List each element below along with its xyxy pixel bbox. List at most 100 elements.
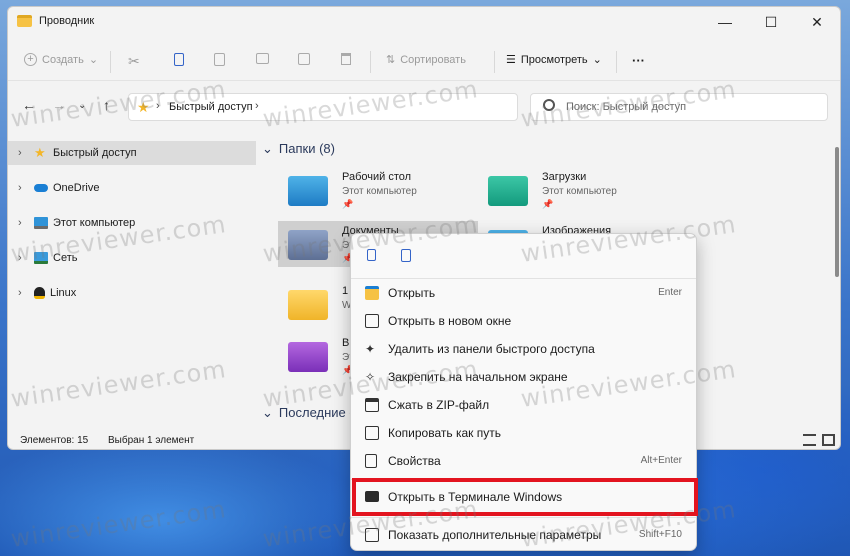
chevron-right-icon[interactable]: › [8,217,28,229]
menu-item-label: Закрепить на начальном экране [388,370,568,384]
up-arrow-icon[interactable]: ↑ [103,97,110,113]
group-header-label: Папки (8) [278,141,335,156]
open-new-window-icon [365,314,379,328]
copy-path-icon [365,426,379,440]
sidebar-item-label: OneDrive [53,182,100,194]
search-icon [543,99,555,111]
folder-tile-desktop[interactable]: Рабочий стол Этот компьютер 📌 [278,167,478,213]
minimize-button[interactable]: — [702,7,748,37]
rename-icon[interactable] [256,53,269,64]
folder-tile-downloads[interactable]: Загрузки Этот компьютер 📌 [478,167,678,213]
star-icon: ★ [34,145,46,160]
more-options-icon[interactable]: ··· [632,53,645,68]
copy-icon[interactable] [361,246,385,266]
tile-name: Загрузки [542,171,587,183]
menu-item-shortcut: Alt+Enter [640,455,682,466]
copy-icon[interactable] [174,53,184,66]
documents-folder-icon [288,230,328,260]
sort-button[interactable]: ⇅ Сортировать [386,53,466,67]
watermark: winreviewer.com [9,495,229,553]
highlight-box [352,478,698,516]
paste-icon[interactable] [395,246,419,266]
group-header-label: Последние ф [278,405,361,420]
item-count: Элементов: 15 [20,435,89,446]
sidebar-item-label: Быстрый доступ [53,147,137,159]
menu-item-label: Сжать в ZIP-файл [388,398,490,412]
chevron-down-icon: ⌄ [592,54,602,66]
tile-name: 1 [342,285,349,297]
paste-icon[interactable] [214,53,225,66]
sidebar-item-network[interactable]: › Сеть [8,246,256,270]
menu-item-open-new-window[interactable]: Открыть в новом окне [355,308,692,334]
breadcrumb-separator-icon: › [156,100,160,112]
delete-icon[interactable] [341,53,351,65]
chevron-right-icon[interactable]: › [8,182,28,194]
navigation-pane: › ★ Быстрый доступ › OneDrive › Этот ком… [8,135,258,425]
sidebar-item-linux[interactable]: › Linux [8,281,256,305]
search-placeholder: Поиск: Быстрый доступ [566,101,687,113]
folder-icon [288,290,328,320]
breadcrumb-quick-access[interactable]: Быстрый доступ [169,101,253,113]
sidebar-item-label: Сеть [53,252,78,264]
recent-chevron-icon[interactable]: ⌄ [78,100,86,111]
menu-item-copy-as-path[interactable]: Копировать как путь [355,420,692,446]
computer-icon [34,217,48,229]
pin-icon: 📌 [342,199,354,209]
menu-item-show-more-options[interactable]: Показать дополнительные параметры Shift+… [355,522,692,548]
selection-count: Выбран 1 элемент [108,435,195,446]
menu-item-label: Показать дополнительные параметры [388,528,602,542]
view-label: Просмотреть [520,53,588,66]
star-icon: ★ [137,99,150,115]
cloud-icon [34,184,48,192]
menu-item-open[interactable]: Открыть Enter [355,280,692,306]
menu-item-shortcut: Shift+F10 [638,529,682,540]
chevron-right-icon[interactable]: › [8,287,28,299]
share-icon[interactable] [298,53,310,65]
menu-item-label: Свойства [388,454,441,468]
address-row: ← → ⌄ ↑ ★ › Быстрый доступ › ↻ Поиск: Бы… [8,91,840,123]
sidebar-item-quick-access[interactable]: › ★ Быстрый доступ [8,141,256,165]
create-label: Создать [42,53,84,66]
sidebar-item-onedrive[interactable]: › OneDrive [8,176,256,200]
menu-item-label: Удалить из панели быстрого доступа [388,342,595,356]
network-icon [34,252,48,264]
view-button[interactable]: ☰ Просмотреть ⌄ [506,53,602,67]
menu-divider [351,517,696,518]
close-button[interactable]: ✕ [794,7,840,37]
group-header-recent[interactable]: ⌄ Последние ф [262,405,360,421]
menu-item-pin-to-start[interactable]: ✧ Закрепить на начальном экране [355,364,692,390]
sort-label: Сортировать [400,53,466,66]
menu-item-shortcut: Enter [658,287,682,298]
menu-item-compress-zip[interactable]: Сжать в ZIP-файл [355,392,692,418]
vertical-scrollbar[interactable] [835,147,839,277]
cut-icon[interactable]: ✂ [128,53,140,70]
breadcrumb-separator-icon: › [255,100,259,112]
tiles-view-icon[interactable] [822,434,835,446]
details-view-icon[interactable] [803,434,816,446]
forward-arrow-icon[interactable]: → [52,97,66,113]
desktop-folder-icon [288,176,328,206]
zip-icon [365,398,379,412]
search-box[interactable]: Поиск: Быстрый доступ [530,93,828,121]
address-bar[interactable]: ★ › Быстрый доступ › ↻ [128,93,552,121]
title-bar: Проводник — ☐ ✕ [8,7,840,37]
back-arrow-icon[interactable]: ← [22,97,36,113]
menu-item-unpin-quick-access[interactable]: ✦ Удалить из панели быстрого доступа [355,336,692,362]
create-button[interactable]: + Создать ⌄ [24,53,98,66]
tile-location: Этот компьютер [542,186,617,197]
chevron-right-icon[interactable]: › [8,252,28,264]
tile-name: Рабочий стол [342,171,412,183]
maximize-button[interactable]: ☐ [748,7,794,37]
menu-item-properties[interactable]: Свойства Alt+Enter [355,448,692,474]
pin-icon: 📌 [542,199,554,209]
chevron-down-icon: ⌄ [88,54,99,66]
menu-divider [351,278,696,279]
tile-location: Этот компьютер [342,186,417,197]
pin-icon: ✧ [365,370,376,384]
videos-folder-icon [288,342,328,372]
group-header-folders[interactable]: ⌄ Папки (8) [262,141,335,157]
chevron-right-icon[interactable]: › [8,147,28,159]
sidebar-item-this-pc[interactable]: › Этот компьютер [8,211,256,235]
toolbar-divider [616,51,617,73]
folder-icon [365,286,379,300]
